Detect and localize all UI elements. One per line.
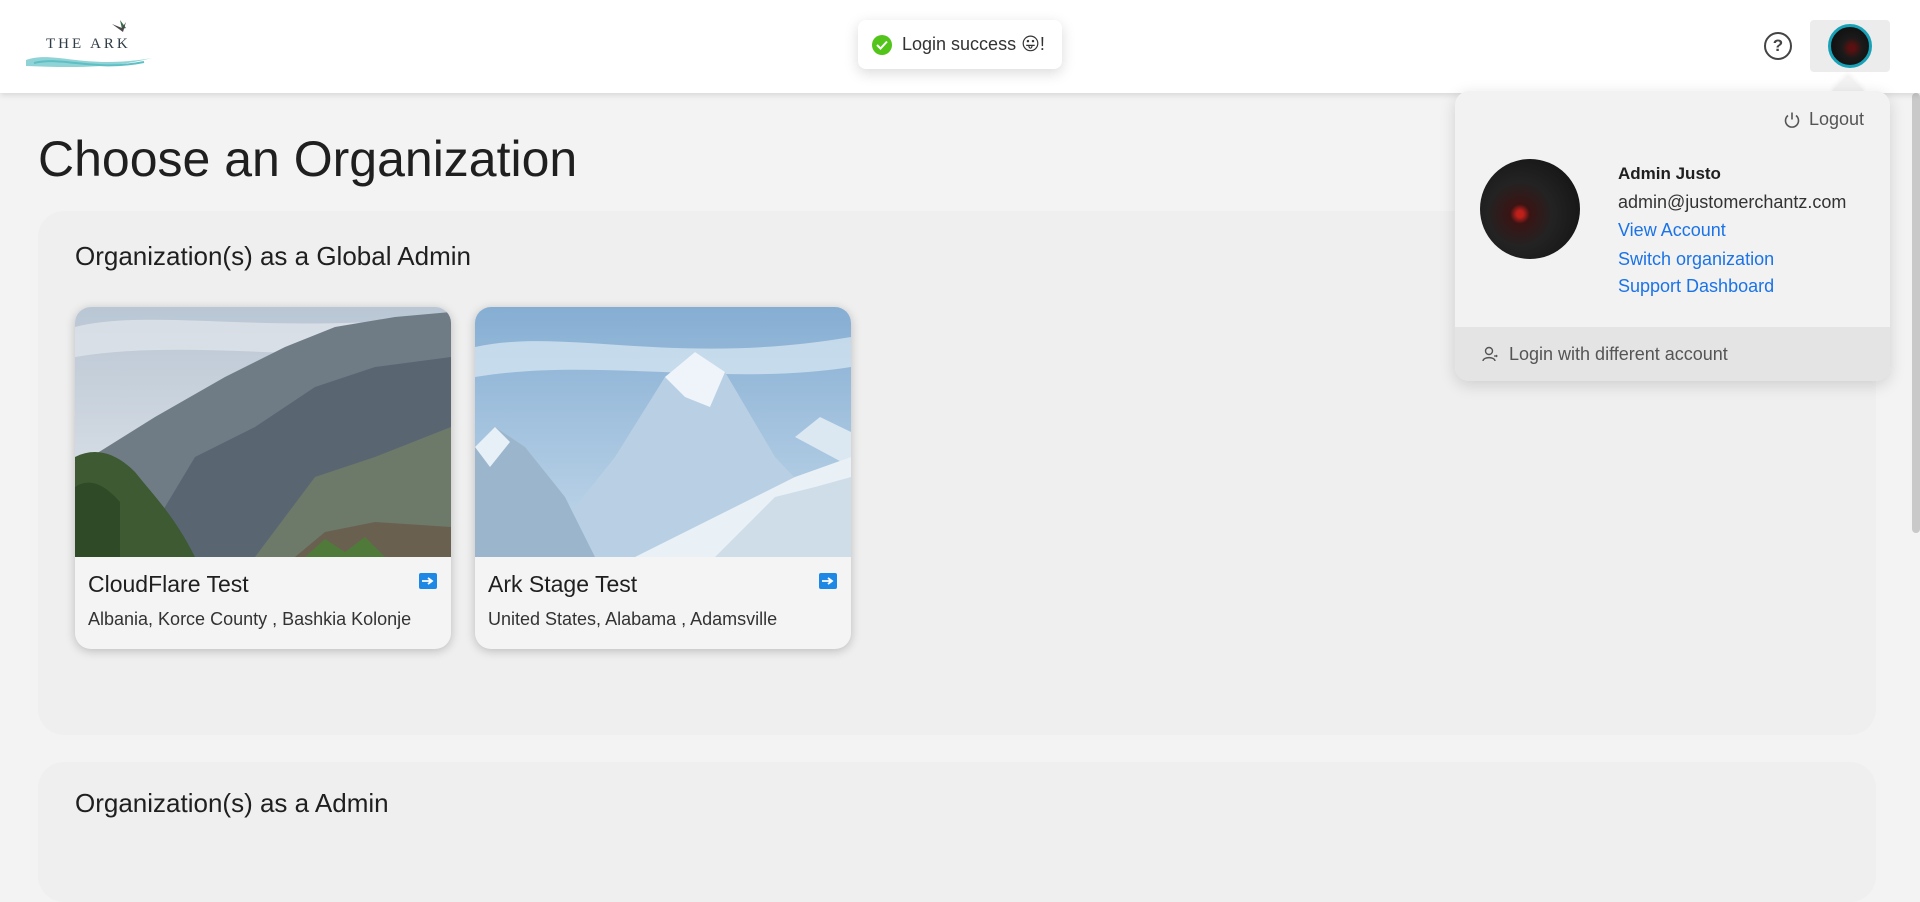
login-different-account-button[interactable]: Login with different account	[1455, 327, 1890, 381]
switch-organization-link[interactable]: Switch organization	[1618, 249, 1774, 270]
alt-login-label: Login with different account	[1509, 343, 1728, 364]
check-circle-icon	[872, 34, 892, 55]
logout-label: Logout	[1808, 109, 1864, 129]
org-location: Albania, Korce County , Bashkia Kolonje	[88, 609, 412, 629]
org-name: Ark Stage Test	[488, 571, 638, 597]
org-card-cloudflare-test[interactable]: CloudFlare Test Albania, Korce County , …	[75, 307, 451, 649]
logo-text: THE ARK	[46, 36, 131, 52]
avatar	[1828, 24, 1872, 68]
view-account-link[interactable]: View Account	[1618, 220, 1726, 241]
snowy-mountain-render	[475, 307, 851, 557]
user-switch-icon	[1482, 346, 1498, 362]
user-email: admin@justomerchantz.com	[1618, 192, 1847, 212]
login-success-toast: Login success 😛!	[858, 20, 1062, 69]
arrow-right-square-icon[interactable]	[419, 573, 437, 589]
page-scrollbar[interactable]	[1912, 93, 1920, 533]
the-ark-logo[interactable]: THE ARK	[24, 16, 154, 72]
arrow-right-square-icon[interactable]	[819, 573, 837, 589]
section-title: Organization(s) as a Global Admin	[75, 241, 471, 271]
account-dropdown: Logout Admin Justo admin@justomerchantz.…	[1455, 91, 1890, 381]
mountain-valley-photo	[75, 307, 451, 557]
user-name: Admin Justo	[1618, 164, 1721, 183]
org-location: United States, Alabama , Adamsville	[488, 609, 778, 629]
support-dashboard-link[interactable]: Support Dashboard	[1618, 276, 1774, 297]
org-card-ark-stage-test[interactable]: Ark Stage Test United States, Alabama , …	[475, 307, 851, 649]
toast-message: Login success 😛!	[902, 34, 1045, 54]
org-name: CloudFlare Test	[88, 571, 249, 597]
page-title: Choose an Organization	[38, 131, 578, 187]
power-icon	[1784, 112, 1800, 128]
section-title: Organization(s) as a Admin	[75, 788, 389, 818]
logout-button[interactable]: Logout	[1783, 109, 1864, 130]
admin-section: Organization(s) as a Admin	[38, 762, 1876, 902]
help-icon[interactable]: ?	[1764, 32, 1792, 60]
help-symbol: ?	[1772, 36, 1784, 55]
profile-avatar	[1480, 159, 1580, 259]
user-avatar-button[interactable]	[1810, 20, 1890, 72]
